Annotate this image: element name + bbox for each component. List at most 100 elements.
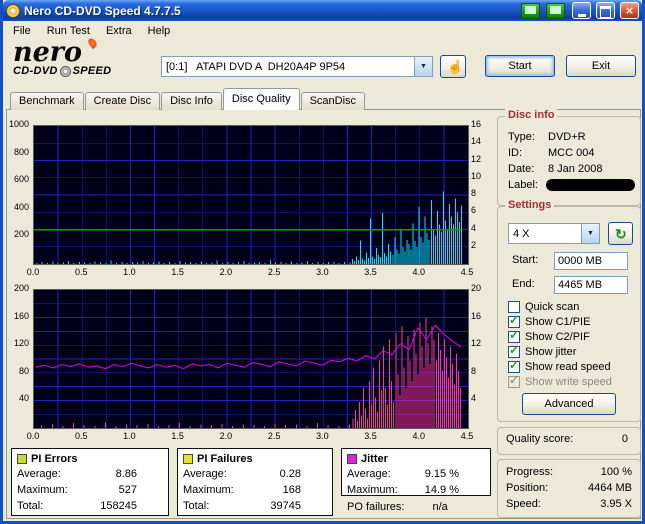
axis-label: 4.0: [412, 267, 426, 277]
axis-label: 4: [471, 393, 477, 404]
stat-row-maximum-: Maximum: 527: [17, 482, 163, 498]
legend-color-square: [347, 453, 357, 464]
checkmark-icon: ✓: [509, 342, 520, 357]
axis-label: 4.5: [460, 431, 474, 441]
menu-help[interactable]: Help: [140, 23, 179, 39]
axis-label: 2.0: [219, 267, 233, 277]
checkbox-quick-scan[interactable]: [508, 300, 520, 313]
maximize-icon: [600, 6, 611, 18]
axis-label: 10: [471, 170, 482, 181]
scan-speed-select[interactable]: 4 X ▼: [508, 223, 600, 244]
disc-info-row: ID: MCC 004: [508, 145, 635, 161]
disc-info-row-value: MCC 004: [548, 147, 595, 159]
disc-info-row: Date: 8 Jan 2008: [508, 161, 635, 177]
drive-select-value: [0:1] ATAPI DVD A DH20A4P 9P54: [166, 60, 346, 73]
axis-label: 14: [471, 136, 482, 147]
stat-row-label: Average:: [183, 468, 227, 480]
tab-disc-info[interactable]: Disc Info: [161, 92, 222, 110]
chevron-down-icon[interactable]: ▼: [581, 224, 599, 243]
green-monitor-icon-1[interactable]: [521, 2, 540, 19]
axis-label: 3.0: [316, 431, 329, 441]
axis-label: 4: [471, 222, 477, 233]
checkbox-label: Quick scan: [525, 300, 580, 313]
legend-color-square: [183, 453, 193, 464]
disc-info-row: Type: DVD+R: [508, 129, 635, 145]
menu-bar: File Run Test Extra Help: [3, 21, 642, 40]
disc-info-row: Label:: [508, 177, 635, 193]
close-button[interactable]: ×: [620, 2, 639, 19]
axis-label: 1000: [8, 119, 29, 129]
axis-label: 40: [18, 393, 29, 404]
stat-row-label: Total:: [17, 500, 44, 512]
advanced-button[interactable]: Advanced: [522, 393, 616, 415]
stat-row-total-: Total: 39745: [183, 498, 327, 514]
axis-label: 0.5: [74, 267, 88, 277]
refresh-button[interactable]: ↻: [608, 222, 633, 245]
exit-button[interactable]: Exit: [566, 55, 636, 77]
application-window: Nero CD-DVD Speed 4.7.7.5 × File Run Test…: [0, 0, 645, 524]
stat-row-total-: Total: 158245: [17, 498, 163, 514]
scan-speed-value: 4 X: [513, 227, 530, 240]
chevron-down-icon[interactable]: ▼: [414, 57, 432, 76]
axis-label: 1.0: [123, 431, 136, 441]
stat-row-average-: Average: 0.28: [183, 466, 327, 482]
maximize-button[interactable]: [596, 2, 615, 19]
disc-info-rows: Type: DVD+R ID: MCC 004 Date: 8 Jan 2008 Label…: [508, 129, 635, 193]
checkbox-row-show-write-speed[interactable]: ✓ Show write speed: [508, 373, 636, 389]
green-monitor-icon-2[interactable]: [546, 2, 565, 19]
axis-label: 1.5: [171, 267, 184, 277]
eject-button[interactable]: ☝: [440, 55, 466, 78]
axis-label: 2.0: [219, 431, 233, 441]
stat-row-value: 527: [118, 484, 137, 496]
stat-box-header: Jitter: [347, 451, 485, 466]
checkbox-row-show-c1-pie[interactable]: ✓ Show C1/PIE: [508, 313, 636, 329]
axis-label: 0.0: [26, 267, 40, 277]
drive-select[interactable]: [0:1] ATAPI DVD A DH20A4P 9P54 ▼: [161, 56, 433, 77]
quality-score-panel: Quality score: 0: [497, 427, 641, 455]
start-button[interactable]: Start: [485, 55, 555, 77]
title-bar[interactable]: Nero CD-DVD Speed 4.7.7.5 ×: [3, 0, 642, 21]
axis-label: 800: [13, 146, 29, 157]
axis-label: 2.5: [267, 267, 281, 277]
axis-label: 8: [471, 365, 477, 376]
minimize-button[interactable]: [572, 2, 591, 19]
stat-row-value: 9.15 %: [424, 468, 459, 480]
axis-label: 0.5: [74, 431, 88, 441]
checkmark-icon: ✓: [509, 327, 520, 342]
checkbox-show-c1-pie[interactable]: ✓: [508, 313, 520, 328]
axis-label: 2: [471, 239, 477, 250]
end-position-field[interactable]: 4465 MB: [554, 276, 628, 294]
tab-benchmark[interactable]: Benchmark: [10, 92, 84, 110]
nero-logo: nero CD-DVD SPEED: [13, 36, 158, 77]
stat-box-title: Jitter: [361, 452, 388, 465]
disc-info-row-value: DVD+R: [548, 131, 586, 143]
start-position-field[interactable]: 0000 MB: [554, 252, 628, 270]
checkbox-row-quick-scan[interactable]: Quick scan: [508, 299, 636, 314]
stat-row-value: 168: [282, 484, 301, 496]
checkbox-show-jitter[interactable]: ✓: [508, 342, 520, 358]
window-title: Nero CD-DVD Speed 4.7.7.5: [24, 3, 181, 18]
checkbox-row-show-c2-pif[interactable]: ✓ Show C2/PIF: [508, 327, 636, 344]
stat-box-jitter: Jitter Average: 9.15 % Maximum: 14.9 %: [341, 448, 491, 496]
progress-row-label: Speed:: [506, 498, 541, 510]
disc-label-redacted: [546, 179, 635, 191]
axis-label: 12: [471, 338, 482, 349]
progress-rows: Progress: 100 % Position: 4464 MB Speed: 3.95…: [506, 464, 632, 512]
axis-label: 16: [471, 119, 482, 129]
checkbox-show-c2-pif[interactable]: ✓: [508, 327, 520, 343]
axis-label: 4.0: [412, 431, 426, 441]
axis-label: 3.0: [316, 267, 329, 277]
checkmark-icon: ✓: [509, 357, 520, 372]
checkbox-row-show-jitter[interactable]: ✓ Show jitter: [508, 342, 636, 359]
stat-row-maximum-: Maximum: 14.9 %: [347, 482, 485, 498]
tab-disc-quality[interactable]: Disc Quality: [222, 88, 300, 110]
tab-create-disc[interactable]: Create Disc: [84, 92, 161, 110]
menu-extra[interactable]: Extra: [98, 23, 140, 39]
checkbox-row-show-read-speed[interactable]: ✓ Show read speed: [508, 357, 636, 374]
progress-row-value: 100 %: [600, 466, 632, 478]
stat-row-label: Maximum:: [17, 484, 68, 496]
checkbox-show-read-speed[interactable]: ✓: [508, 357, 520, 373]
legend-color-square: [17, 453, 27, 464]
stat-row-value: 8.86: [115, 468, 137, 480]
tab-scandisc[interactable]: ScanDisc: [300, 92, 366, 110]
